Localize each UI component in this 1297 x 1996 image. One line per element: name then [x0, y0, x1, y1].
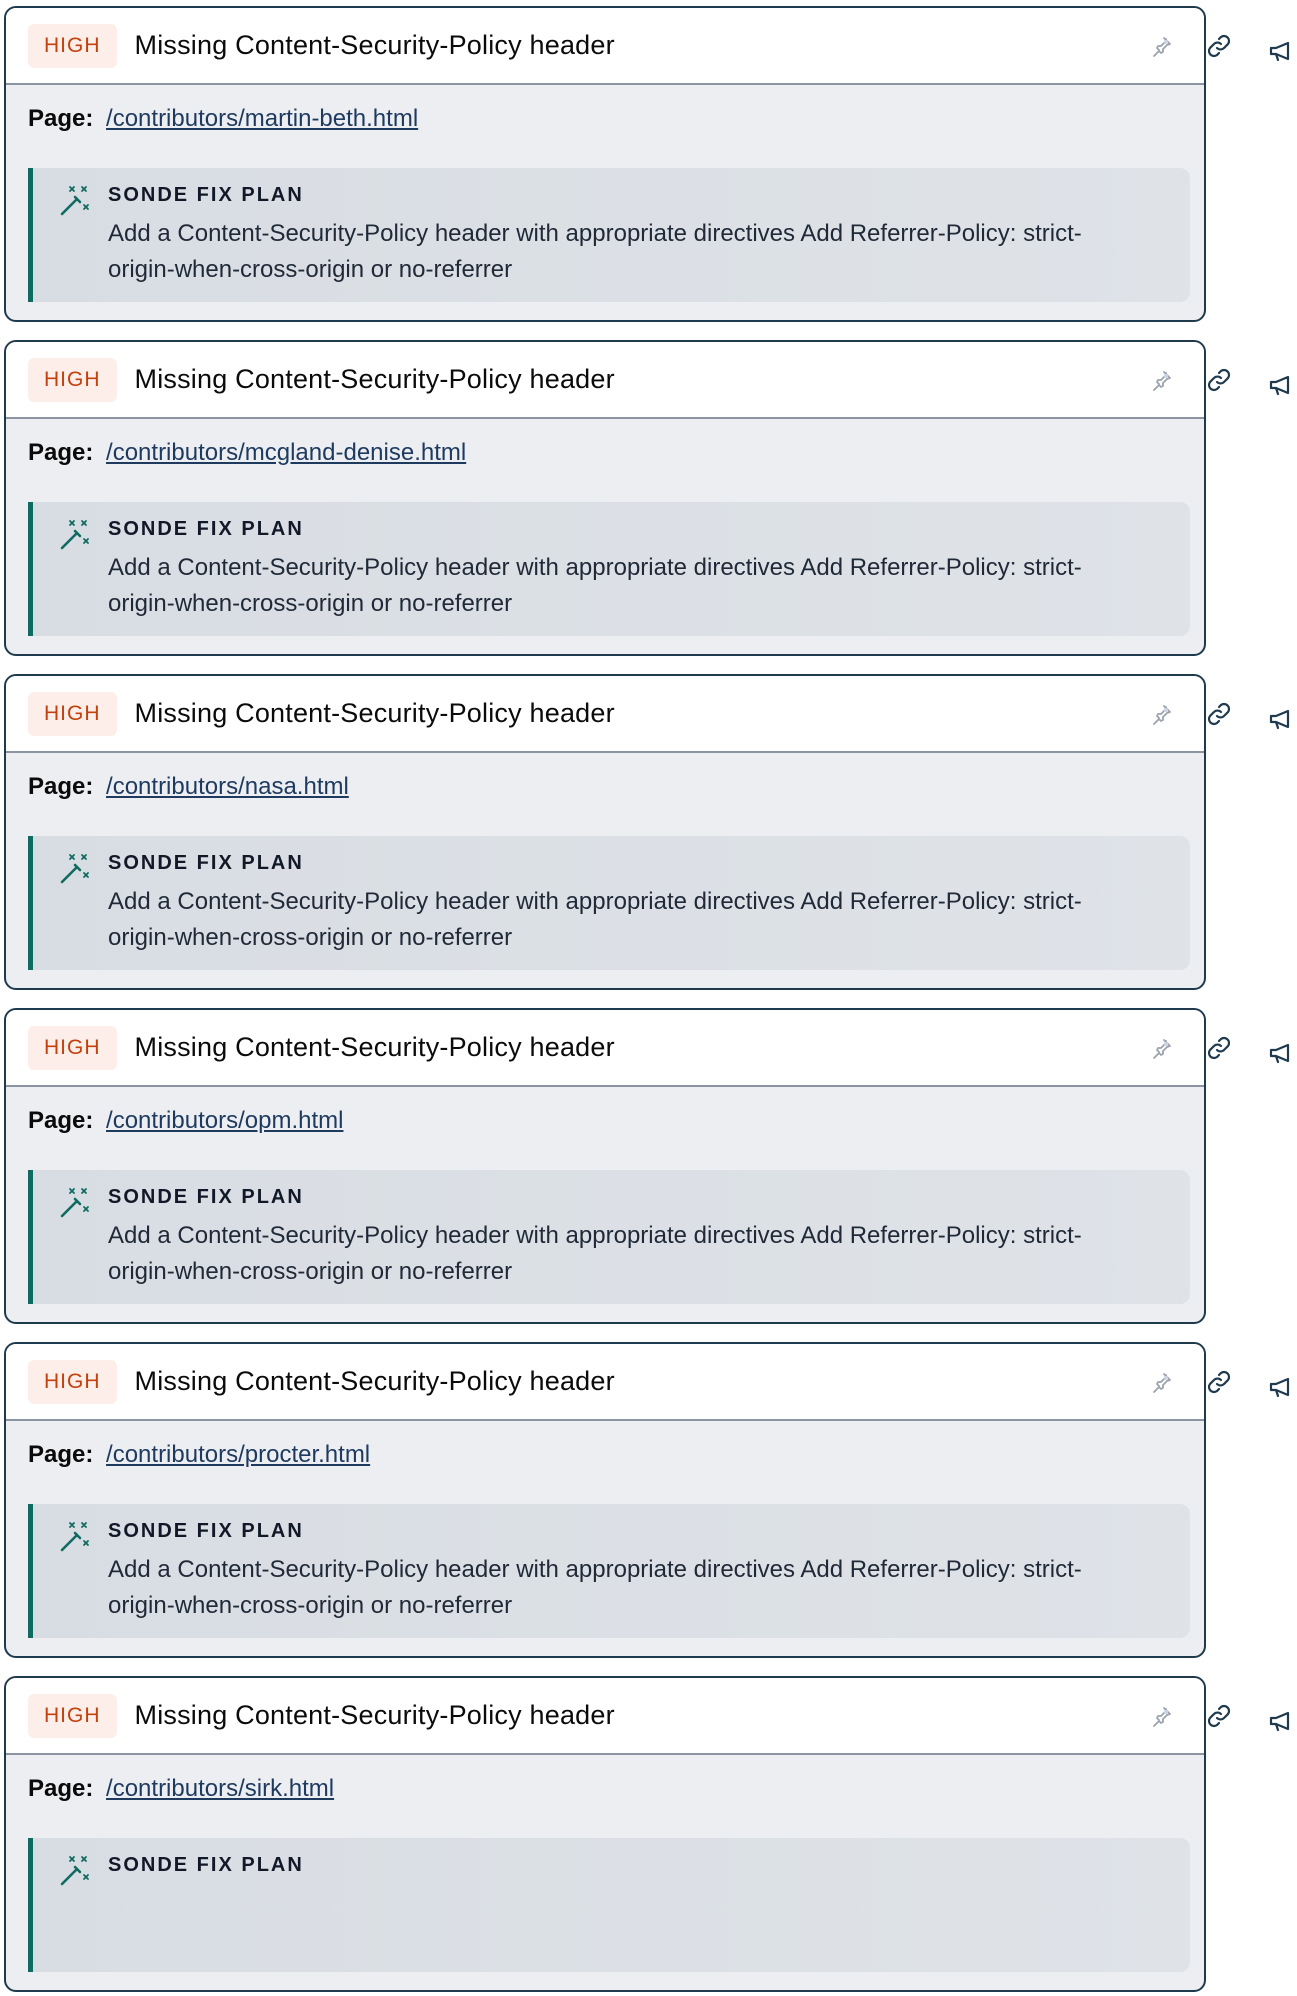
link-icon[interactable] [1205, 32, 1233, 60]
page-label: Page: [28, 439, 94, 466]
severity-badge: HIGH [28, 1359, 117, 1404]
fix-plan-box: SONDE FIX PLAN Add a Content-Security-Po… [28, 836, 1190, 970]
page-link[interactable]: /contributors/sirk.html [106, 1775, 334, 1802]
page-label: Page: [28, 1441, 94, 1468]
finding-row: HIGH Missing Content-Security-Policy hea… [0, 1008, 1297, 1328]
page-link[interactable]: /contributors/procter.html [106, 1441, 370, 1468]
link-icon[interactable] [1205, 1368, 1233, 1396]
link-icon[interactable] [1205, 366, 1233, 394]
page-line: Page: /contributors/sirk.html [6, 1755, 1204, 1823]
fix-plan-text: Add a Content-Security-Policy header wit… [108, 1222, 1082, 1285]
finding-card[interactable]: HIGH Missing Content-Security-Policy hea… [4, 1342, 1206, 1658]
magic-wand-icon [60, 520, 89, 550]
severity-badge: HIGH [28, 357, 117, 402]
magic-wand-icon [60, 186, 89, 216]
magic-wand-icon [60, 854, 89, 884]
finding-row: HIGH Missing Content-Security-Policy hea… [0, 340, 1297, 660]
megaphone-icon[interactable] [1268, 706, 1294, 732]
pin-icon[interactable] [1150, 368, 1174, 392]
finding-card[interactable]: HIGH Missing Content-Security-Policy hea… [4, 340, 1206, 656]
finding-row: HIGH Missing Content-Security-Policy hea… [0, 1342, 1297, 1662]
link-icon[interactable] [1205, 1702, 1233, 1730]
page-line: Page: /contributors/procter.html [6, 1421, 1204, 1489]
page-line: Page: /contributors/martin-beth.html [6, 85, 1204, 153]
fix-plan-label: SONDE FIX PLAN [108, 1854, 304, 1876]
finding-title: Missing Content-Security-Policy header [134, 364, 615, 394]
fix-plan-label: SONDE FIX PLAN [108, 1186, 304, 1208]
finding-card[interactable]: HIGH Missing Content-Security-Policy hea… [4, 6, 1206, 322]
fix-plan-text: Add a Content-Security-Policy header wit… [108, 220, 1082, 283]
finding-title: Missing Content-Security-Policy header [134, 30, 615, 60]
page-label: Page: [28, 773, 94, 800]
megaphone-icon[interactable] [1268, 1040, 1294, 1066]
finding-card[interactable]: HIGH Missing Content-Security-Policy hea… [4, 1676, 1206, 1992]
page-link[interactable]: /contributors/martin-beth.html [106, 105, 418, 132]
finding-card[interactable]: HIGH Missing Content-Security-Policy hea… [4, 674, 1206, 990]
fix-plan-text: Add a Content-Security-Policy header wit… [108, 888, 1082, 951]
page-link[interactable]: /contributors/nasa.html [106, 773, 349, 800]
megaphone-icon[interactable] [1268, 372, 1294, 398]
fix-plan-text: Add a Content-Security-Policy header wit… [108, 554, 1082, 617]
finding-title: Missing Content-Security-Policy header [134, 1366, 615, 1396]
pin-icon[interactable] [1150, 1704, 1174, 1728]
page-link[interactable]: /contributors/mcgland-denise.html [106, 439, 466, 466]
finding-header: HIGH Missing Content-Security-Policy hea… [6, 342, 1204, 419]
megaphone-icon[interactable] [1268, 1708, 1294, 1734]
megaphone-icon[interactable] [1268, 38, 1294, 64]
fix-plan-box: SONDE FIX PLAN Add a Content-Security-Po… [28, 502, 1190, 636]
page-line: Page: /contributors/nasa.html [6, 753, 1204, 821]
fix-plan-box: SONDE FIX PLAN Add a Content-Security-Po… [28, 1170, 1190, 1304]
finding-header: HIGH Missing Content-Security-Policy hea… [6, 8, 1204, 85]
severity-badge: HIGH [28, 23, 117, 68]
finding-row: HIGH Missing Content-Security-Policy hea… [0, 6, 1297, 326]
fix-plan-box: SONDE FIX PLAN [28, 1838, 1190, 1972]
page-line: Page: /contributors/mcgland-denise.html [6, 419, 1204, 487]
magic-wand-icon [60, 1522, 89, 1552]
pin-icon[interactable] [1150, 34, 1174, 58]
fix-plan-label: SONDE FIX PLAN [108, 518, 304, 540]
finding-row: HIGH Missing Content-Security-Policy hea… [0, 674, 1297, 994]
finding-title: Missing Content-Security-Policy header [134, 1700, 615, 1730]
finding-row: HIGH Missing Content-Security-Policy hea… [0, 1676, 1297, 1996]
finding-header: HIGH Missing Content-Security-Policy hea… [6, 1010, 1204, 1087]
fix-plan-label: SONDE FIX PLAN [108, 1520, 304, 1542]
finding-header: HIGH Missing Content-Security-Policy hea… [6, 676, 1204, 753]
page-label: Page: [28, 105, 94, 132]
fix-plan-label: SONDE FIX PLAN [108, 852, 304, 874]
page-link[interactable]: /contributors/opm.html [106, 1107, 343, 1134]
pin-icon[interactable] [1150, 1370, 1174, 1394]
severity-badge: HIGH [28, 1025, 117, 1070]
pin-icon[interactable] [1150, 1036, 1174, 1060]
link-icon[interactable] [1205, 700, 1233, 728]
fix-plan-label: SONDE FIX PLAN [108, 184, 304, 206]
megaphone-icon[interactable] [1268, 1374, 1294, 1400]
finding-title: Missing Content-Security-Policy header [134, 698, 615, 728]
link-icon[interactable] [1205, 1034, 1233, 1062]
magic-wand-icon [60, 1856, 89, 1886]
page-label: Page: [28, 1775, 94, 1802]
fix-plan-box: SONDE FIX PLAN Add a Content-Security-Po… [28, 1504, 1190, 1638]
finding-header: HIGH Missing Content-Security-Policy hea… [6, 1344, 1204, 1421]
finding-title: Missing Content-Security-Policy header [134, 1032, 615, 1062]
severity-badge: HIGH [28, 1693, 117, 1738]
page-label: Page: [28, 1107, 94, 1134]
fix-plan-box: SONDE FIX PLAN Add a Content-Security-Po… [28, 168, 1190, 302]
finding-header: HIGH Missing Content-Security-Policy hea… [6, 1678, 1204, 1755]
magic-wand-icon [60, 1188, 89, 1218]
page-line: Page: /contributors/opm.html [6, 1087, 1204, 1155]
pin-icon[interactable] [1150, 702, 1174, 726]
fix-plan-text: Add a Content-Security-Policy header wit… [108, 1556, 1082, 1619]
finding-card[interactable]: HIGH Missing Content-Security-Policy hea… [4, 1008, 1206, 1324]
severity-badge: HIGH [28, 691, 117, 736]
